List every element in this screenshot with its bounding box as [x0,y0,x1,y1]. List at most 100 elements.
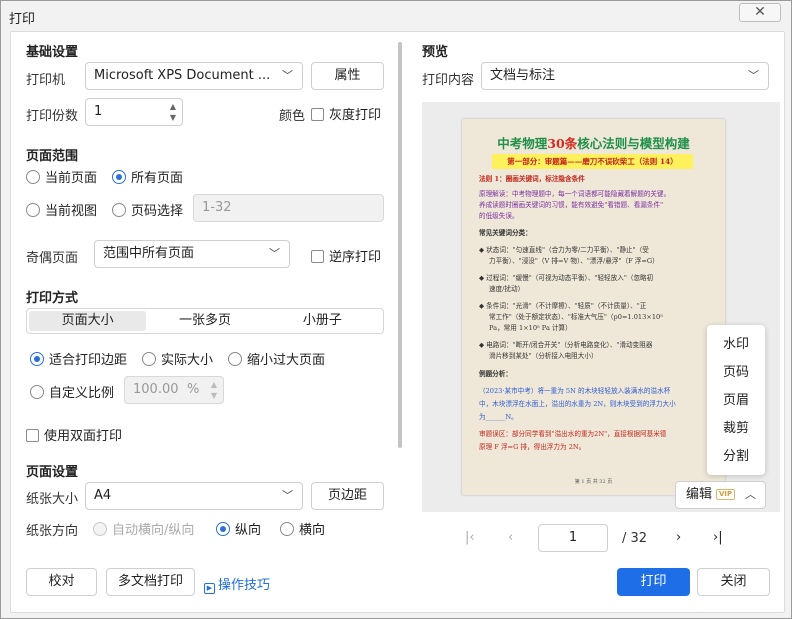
play-icon: ▶ [204,583,215,594]
paper-size-label: 纸张大小 [26,492,79,507]
radio-icon [112,203,126,217]
radio-portrait[interactable]: 纵向 [216,519,262,538]
doc-line: 原理 F 浮=G 排，得出浮力为 2N。 [479,443,586,451]
doc-line: 的低级失误。 [479,212,519,220]
printer-properties-button[interactable]: 属性 [311,62,384,90]
chevron-down-icon: ﹀ [282,69,293,82]
doc-line: 滑片移到某处"（分析接入电阻大小） [489,352,598,360]
radio-icon [26,170,40,184]
stepper-arrows-icon[interactable]: ▲ ▼ [167,101,179,123]
tips-link[interactable]: ▶ 操作技巧 [204,574,270,594]
menu-item-page-number[interactable]: 页码 [707,359,765,387]
page-total: / 32 [622,531,648,546]
custom-scale-value: 100.00 [133,382,179,397]
radio-current-view[interactable]: 当前视图 [26,200,97,219]
duplex-checkbox[interactable]: 使用双面打印 [26,425,122,444]
radio-icon [93,522,107,536]
doc-line: 速度/扰动） [489,285,525,293]
tab-page-size[interactable]: 页面大小 [29,311,147,331]
print-content-select[interactable]: 文档与标注 ﹀ [481,62,769,90]
doc-line: ◆ 电路词："断开/闭合开关"（分析电路变化）、"滑动变阻器 [479,341,653,349]
last-page-icon[interactable]: ›| [713,530,723,545]
menu-item-crop[interactable]: 裁剪 [707,415,765,443]
tab-booklet[interactable]: 小册子 [264,311,381,331]
radio-current-page-label: 当前页面 [45,171,98,186]
radio-portrait-label: 纵向 [235,523,262,538]
custom-scale-input[interactable]: 100.00 % ▲ ▼ [124,376,224,404]
close-button[interactable]: 关闭 [697,568,770,596]
doc-title-part: 核心法则与模型构建 [577,136,690,151]
edit-button[interactable]: 编辑 VIP ︿ [675,481,766,509]
grayscale-checkbox[interactable]: 灰度打印 [311,104,382,123]
first-page-icon[interactable]: |‹ [465,530,475,545]
doc-line: 常工作"（处于额定状态）、"标准大气压"（p0=1.013×10⁵ [489,313,663,321]
radio-icon [30,385,44,399]
prev-page-icon[interactable]: ‹ [508,530,513,545]
radio-custom-scale[interactable]: 自定义比例 [30,382,114,401]
doc-line: 法则 1：圈画关键词，标注隐含条件 [479,175,585,183]
print-mode-tabs: 页面大小 一张多页 小册子 [26,308,384,334]
stepper-arrows-icon[interactable]: ▲ ▼ [208,379,220,401]
multi-doc-print-button[interactable]: 多文档打印 [106,568,195,596]
checkbox-icon [311,108,324,121]
proof-button[interactable]: 校对 [26,568,97,596]
reverse-print-checkbox[interactable]: 逆序打印 [311,246,381,265]
radio-icon [280,522,294,536]
menu-item-watermark[interactable]: 水印 [707,331,765,359]
doc-line: Pa，常用 1×10⁵ Pa 计算） [489,324,572,332]
radio-actual-size[interactable]: 实际大小 [142,349,214,368]
radio-actual-size-label: 实际大小 [161,353,214,368]
odd-even-value: 范围中所有页面 [103,246,195,261]
page-select-value: 1-32 [202,200,232,215]
print-content-label: 打印内容 [422,73,475,88]
next-page-icon[interactable]: › [676,530,681,545]
doc-line: ◆ 条件词："光滑"（不计摩擦）、"轻质"（不计质量）、"正 [479,302,647,310]
page-setup-title: 页面设置 [26,465,79,480]
printer-label: 打印机 [26,73,66,88]
percent-sign: % [187,382,200,397]
tab-multi-page[interactable]: 一张多页 [146,311,263,331]
copies-stepper[interactable]: 1 ▲ ▼ [85,98,183,126]
menu-item-header[interactable]: 页眉 [707,387,765,415]
page-number-input[interactable]: 1 [538,524,608,552]
radio-shrink-large[interactable]: 缩小过大页面 [228,349,326,368]
edit-label: 编辑 [686,487,713,502]
radio-all-pages[interactable]: 所有页面 [112,167,183,186]
settings-scrollbar[interactable] [398,42,402,448]
doc-title-part: 条 [564,136,578,151]
window-close-button[interactable]: ✕ [739,3,781,22]
paper-size-select[interactable]: A4 ﹀ [85,482,303,510]
radio-shrink-large-label: 缩小过大页面 [247,353,326,368]
radio-auto-orientation[interactable]: 自动横向/纵向 [93,519,195,538]
print-dialog: 打印 ✕ 基础设置 打印机 Microsoft XPS Document ...… [0,0,792,619]
menu-item-split[interactable]: 分割 [707,443,765,471]
grayscale-label: 灰度打印 [329,108,382,123]
radio-current-page[interactable]: 当前页面 [26,167,98,186]
radio-icon [228,352,242,366]
radio-landscape[interactable]: 横向 [280,519,326,538]
window-title: 打印 [9,12,36,27]
doc-line: 原理解读：中考物理题中，每一个词语都可能隐藏着解题的关键。 [479,190,671,198]
doc-line: 中，木块漂浮在水面上，溢出的水重为 2N，则木块受到的浮力大小 [479,400,676,408]
doc-line: ◆ 状态词："匀速直线"（合力为零/二力平衡）、"静止"（受 [479,246,649,254]
doc-line: 为______N。 [479,413,518,421]
radio-icon [142,352,156,366]
radio-icon [26,203,40,217]
doc-line: 养成读题时圈画关键词的习惯，能有效避免"看错题、看漏条件" [479,201,664,209]
radio-page-select-label: 页码选择 [131,204,184,219]
page-select-input[interactable]: 1-32 [193,194,384,222]
checkbox-icon [26,429,39,442]
doc-title-part: 中考物理 [497,136,548,151]
radio-landscape-label: 横向 [299,523,326,538]
radio-auto-orientation-label: 自动横向/纵向 [112,523,195,538]
doc-line: （2023·某市中考）将一重为 5N 的木块轻轻放入装满水的溢水杯 [479,387,671,395]
printer-select[interactable]: Microsoft XPS Document ... ﹀ [85,62,303,90]
tips-label: 操作技巧 [218,578,271,593]
doc-line: 审题误区：部分同学看到"溢出水的重为2N"，直接根据阿基米德 [479,430,667,438]
radio-fit-margin[interactable]: 适合打印边距 [30,349,127,368]
title-bar: 打印 ✕ [1,1,791,31]
odd-even-select[interactable]: 范围中所有页面 ﹀ [94,240,290,268]
print-button[interactable]: 打印 [617,568,690,596]
margin-button[interactable]: 页边距 [311,482,384,510]
radio-page-select[interactable]: 页码选择 [112,200,184,219]
